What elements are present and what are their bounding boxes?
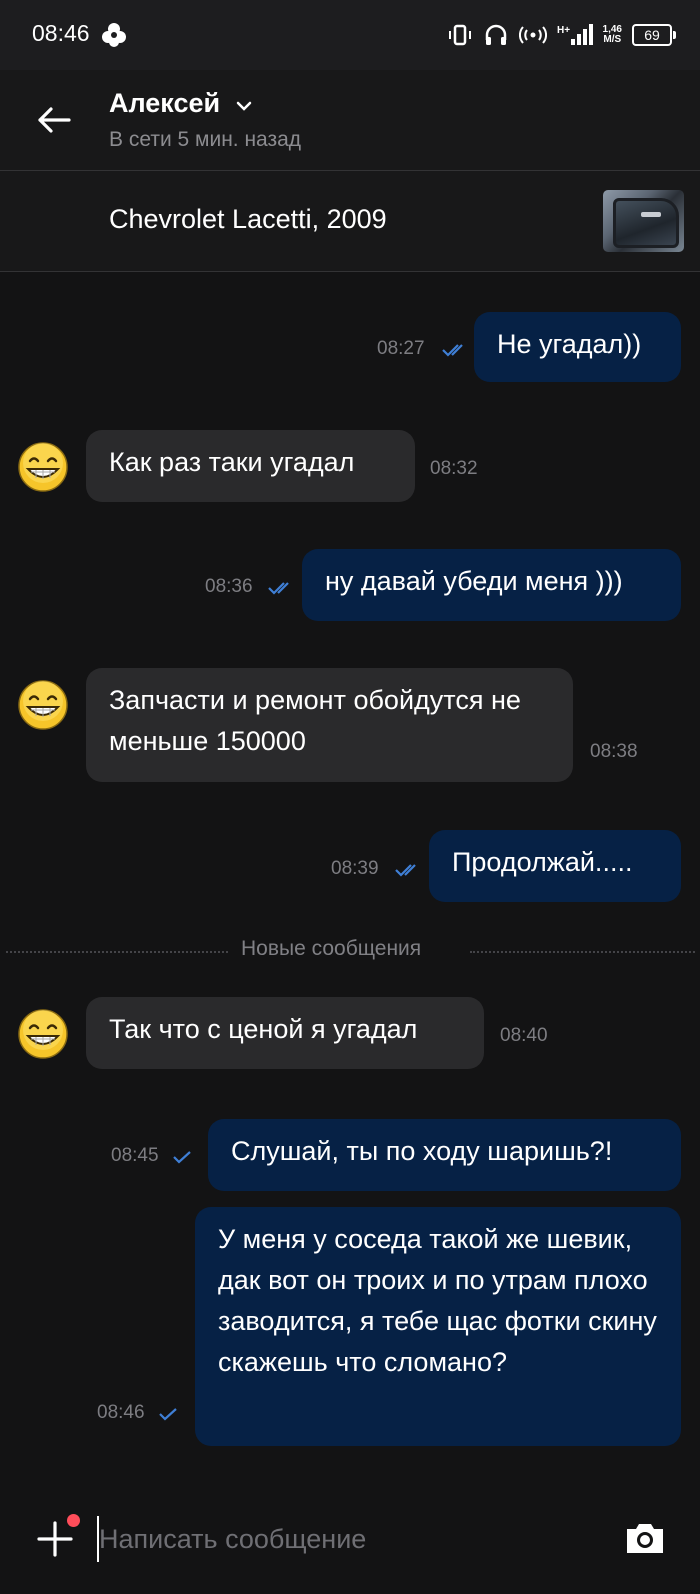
double-check-icon (442, 344, 463, 357)
svg-text:H+: H+ (557, 25, 570, 36)
network-speed-unit: M/S (603, 34, 622, 45)
message-bubble-incoming[interactable]: Запчасти и ремонт обойдутся не меньше 15… (86, 668, 573, 782)
message-time: 08:27 (377, 338, 425, 359)
flower-icon (102, 23, 126, 47)
contact-status: В сети 5 мин. назад (109, 128, 302, 151)
listing-thumbnail[interactable] (603, 190, 684, 252)
thumbnail-door-handle (641, 212, 661, 217)
message-time: 08:40 (500, 1025, 548, 1046)
new-messages-divider-left (6, 951, 228, 953)
chat-header: Алексей В сети 5 мин. назад (0, 70, 700, 171)
new-messages-divider-right (470, 951, 695, 953)
message-bubble-outgoing[interactable]: Слушай, ты по ходу шаришь?! (208, 1119, 681, 1191)
smiley-avatar-icon[interactable] (17, 679, 69, 731)
single-check-icon (173, 1151, 191, 1164)
network-speed: 1,46 M/S (603, 22, 622, 48)
battery-indicator: 69 (632, 24, 676, 46)
status-time: 08:46 (32, 20, 90, 46)
message-time: 08:32 (430, 458, 478, 479)
status-icons: H+ 1,46 M/S 69 (447, 20, 676, 50)
listing-card[interactable]: Chevrolet Lacetti, 2009 (0, 171, 700, 272)
message-bubble-incoming[interactable]: Как раз таки угадал (86, 430, 415, 502)
message-input[interactable] (97, 1516, 579, 1562)
message-bubble-outgoing[interactable]: ну давай убеди меня ))) (302, 549, 681, 621)
new-messages-label: Новые сообщения (241, 937, 422, 960)
message-time: 08:45 (111, 1145, 159, 1166)
listing-title[interactable]: Chevrolet Lacetti, 2009 (109, 204, 387, 235)
chevron-down-icon[interactable] (236, 100, 252, 112)
double-check-icon (395, 864, 416, 877)
status-bar: 08:46 H+ 1,46 M/S 69 (0, 0, 700, 70)
message-bubble-outgoing[interactable]: Продолжай..... (429, 830, 681, 902)
vibrate-icon (448, 24, 471, 46)
contact-name[interactable]: Алексей (109, 88, 220, 119)
plus-icon[interactable] (36, 1520, 74, 1558)
message-time: 08:46 (97, 1402, 145, 1423)
hotspot-icon (518, 26, 547, 44)
headphones-icon (485, 24, 506, 45)
message-time: 08:39 (331, 858, 379, 879)
smiley-avatar-icon[interactable] (17, 441, 69, 493)
smiley-avatar-icon[interactable] (17, 1008, 69, 1060)
message-time: 08:36 (205, 576, 253, 597)
message-time: 08:38 (590, 741, 638, 762)
thumbnail-car-door (613, 198, 679, 248)
message-bubble-outgoing[interactable]: У меня у соседа такой же шевик, дак вот … (195, 1207, 681, 1446)
message-composer (0, 1490, 700, 1594)
attachment-badge (67, 1514, 80, 1527)
message-bubble-outgoing[interactable]: Не угадал)) (474, 312, 681, 382)
back-arrow-icon[interactable] (36, 106, 72, 134)
signal-icon: H+ (557, 24, 593, 45)
single-check-icon (159, 1408, 177, 1421)
camera-icon[interactable] (624, 1520, 666, 1556)
message-bubble-incoming[interactable]: Так что с ценой я угадал (86, 997, 484, 1069)
double-check-icon (268, 582, 289, 595)
